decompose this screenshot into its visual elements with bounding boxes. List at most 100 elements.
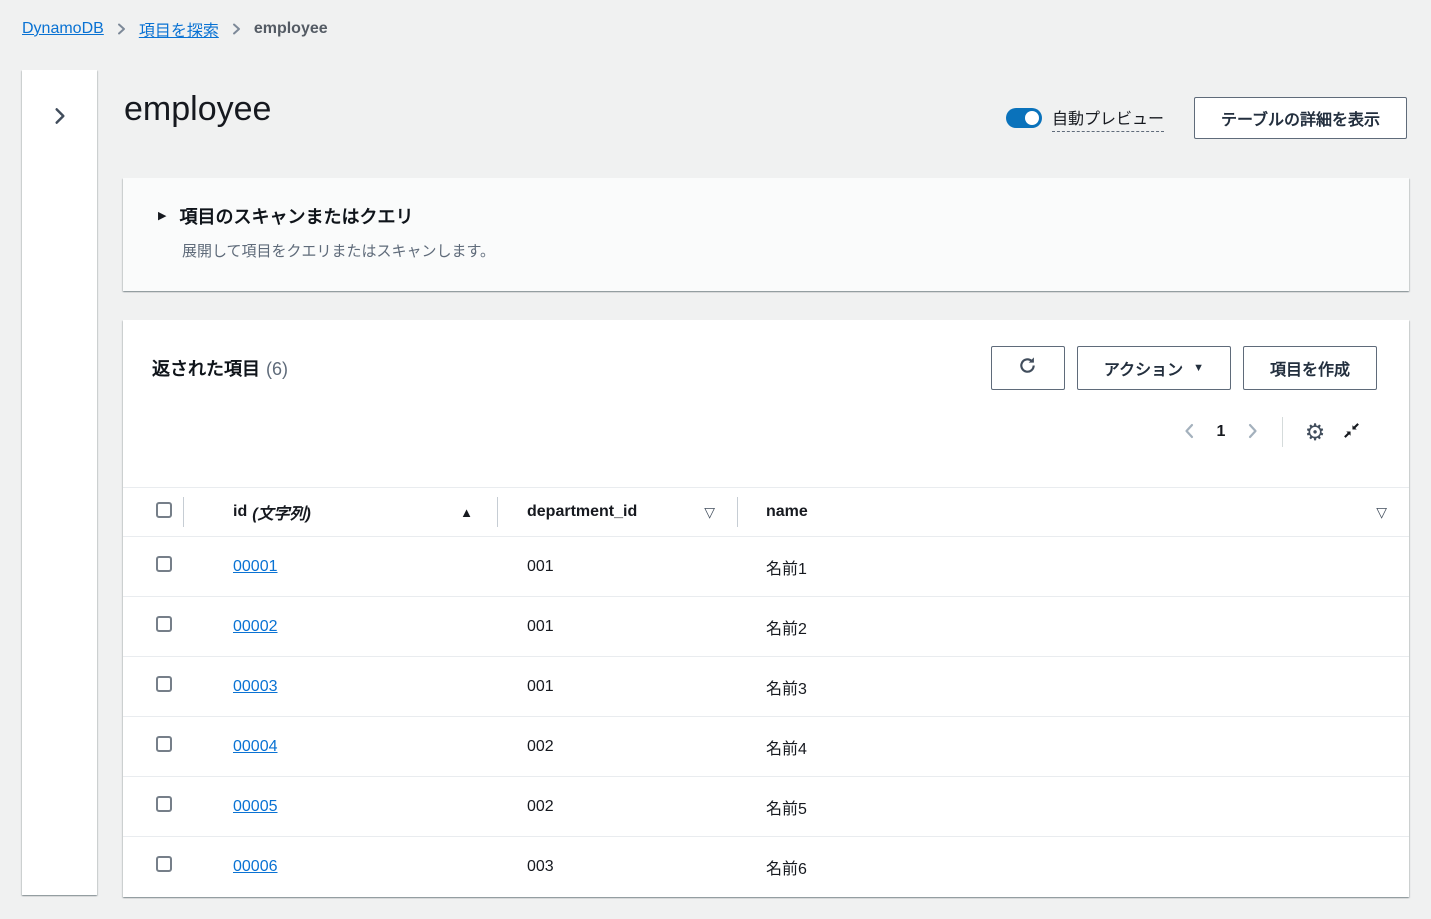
department-id-cell: 002 [497,777,737,836]
next-page-button[interactable] [1238,417,1268,447]
table-row: 00004 002 名前4 [123,716,1409,776]
table-row: 00006 003 名前6 [123,836,1409,896]
column-id-label: id [233,503,247,521]
scan-query-panel-title: 項目のスキャンまたはクエリ [179,203,413,229]
id-cell: 00006 [183,837,497,896]
breadcrumb-link-dynamodb[interactable]: DynamoDB [22,20,104,38]
item-id-link[interactable]: 00006 [233,858,278,876]
chevron-left-icon [1183,422,1195,443]
shrink-icon [1342,421,1361,443]
dynamodb-item-explorer-page: DynamoDB 項目を探索 employee employee 自動プレビュー [0,0,1431,919]
results-buttons: アクション ▼ 項目を作成 [991,346,1377,390]
items-table: id (文字列) ▲ department_id ▽ name ▽ [123,487,1409,896]
chevron-right-icon [231,22,242,36]
row-select-cell [123,796,183,817]
page-number[interactable]: 1 [1204,423,1238,441]
row-select-cell [123,856,183,877]
column-header-id[interactable]: id (文字列) ▲ [183,488,497,536]
table-row: 00005 002 名前5 [123,776,1409,836]
previous-page-button[interactable] [1174,417,1204,447]
department-id-cell: 001 [497,597,737,656]
returned-items-card: 返された項目 (6) アクション ▼ [123,320,1409,897]
select-all-cell [123,502,183,523]
expand-panel-button[interactable] [45,102,75,132]
chevron-right-icon [116,22,127,36]
row-select-cell [123,736,183,757]
pagination: 1 ⚙ [1174,408,1369,456]
table-header-row: id (文字列) ▲ department_id ▽ name ▽ [123,487,1409,536]
row-select-cell [123,676,183,697]
item-id-link[interactable]: 00003 [233,678,278,696]
name-cell: 名前2 [737,597,1409,656]
column-department-label: department_id [527,503,637,521]
row-checkbox[interactable] [156,856,172,872]
toggle-on-icon[interactable] [1006,108,1042,128]
breadcrumb: DynamoDB 項目を探索 employee [22,17,328,41]
select-all-checkbox[interactable] [156,502,172,518]
row-checkbox[interactable] [156,676,172,692]
view-table-details-button[interactable]: テーブルの詳細を表示 [1194,97,1407,139]
row-select-cell [123,556,183,577]
department-id-cell: 002 [497,717,737,776]
refresh-button[interactable] [991,346,1065,390]
page-title: employee [124,90,271,129]
preferences-gear-button[interactable]: ⚙ [1297,416,1333,448]
item-id-link[interactable]: 00005 [233,798,278,816]
scan-query-panel-description: 展開して項目をクエリまたはスキャンします。 [182,240,1409,261]
collapsed-side-panel [22,70,97,895]
actions-dropdown-label: アクション [1104,356,1183,380]
name-cell: 名前1 [737,537,1409,596]
item-id-link[interactable]: 00001 [233,558,278,576]
sort-ascending-icon[interactable]: ▲ [460,505,473,520]
item-id-link[interactable]: 00004 [233,738,278,756]
chevron-right-icon [1247,422,1259,443]
column-header-name[interactable]: name ▽ [737,488,1409,536]
actions-dropdown-button[interactable]: アクション ▼ [1077,346,1231,390]
id-cell: 00002 [183,597,497,656]
department-id-cell: 001 [497,537,737,596]
row-checkbox[interactable] [156,736,172,752]
results-header: 返された項目 (6) アクション ▼ [152,346,1377,390]
results-count: (6) [266,359,288,379]
sort-down-icon[interactable]: ▽ [1376,504,1387,521]
name-cell: 名前4 [737,717,1409,776]
column-header-department-id[interactable]: department_id ▽ [497,488,737,536]
header-actions: 自動プレビュー テーブルの詳細を表示 [1006,97,1407,139]
auto-preview-toggle-group[interactable]: 自動プレビュー [1006,105,1164,132]
divider [1282,417,1283,447]
breadcrumb-link-explore-items[interactable]: 項目を探索 [139,17,219,41]
column-name-label: name [766,503,808,521]
row-checkbox[interactable] [156,556,172,572]
scan-query-panel-header[interactable]: ▶ 項目のスキャンまたはクエリ [158,203,1409,229]
main-content: employee 自動プレビュー テーブルの詳細を表示 ▶ 項目のスキャンまたは… [123,70,1409,897]
results-title-text: 返された項目 [152,359,260,379]
table-row: 00001 001 名前1 [123,536,1409,596]
results-title: 返された項目 (6) [152,355,288,381]
scan-query-expandable-panel[interactable]: ▶ 項目のスキャンまたはクエリ 展開して項目をクエリまたはスキャンします。 [123,178,1409,291]
row-select-cell [123,616,183,637]
table-row: 00002 001 名前2 [123,596,1409,656]
chevron-right-icon [51,106,69,129]
caret-right-icon: ▶ [158,211,166,222]
column-id-type-label: (文字列) [252,500,311,524]
page-header: employee 自動プレビュー テーブルの詳細を表示 [123,70,1409,178]
department-id-cell: 001 [497,657,737,716]
toggle-knob [1025,111,1039,125]
department-id-cell: 003 [497,837,737,896]
name-cell: 名前5 [737,777,1409,836]
name-cell: 名前6 [737,837,1409,896]
refresh-icon [1018,356,1037,380]
item-id-link[interactable]: 00002 [233,618,278,636]
id-cell: 00003 [183,657,497,716]
sort-down-icon[interactable]: ▽ [704,504,715,521]
create-item-button[interactable]: 項目を作成 [1243,346,1377,390]
caret-down-icon: ▼ [1193,362,1204,374]
row-checkbox[interactable] [156,616,172,632]
gear-icon: ⚙ [1305,419,1326,445]
collapse-view-button[interactable] [1333,416,1369,448]
id-cell: 00005 [183,777,497,836]
row-checkbox[interactable] [156,796,172,812]
breadcrumb-current: employee [254,20,328,38]
table-row: 00003 001 名前3 [123,656,1409,716]
auto-preview-label[interactable]: 自動プレビュー [1052,105,1164,132]
